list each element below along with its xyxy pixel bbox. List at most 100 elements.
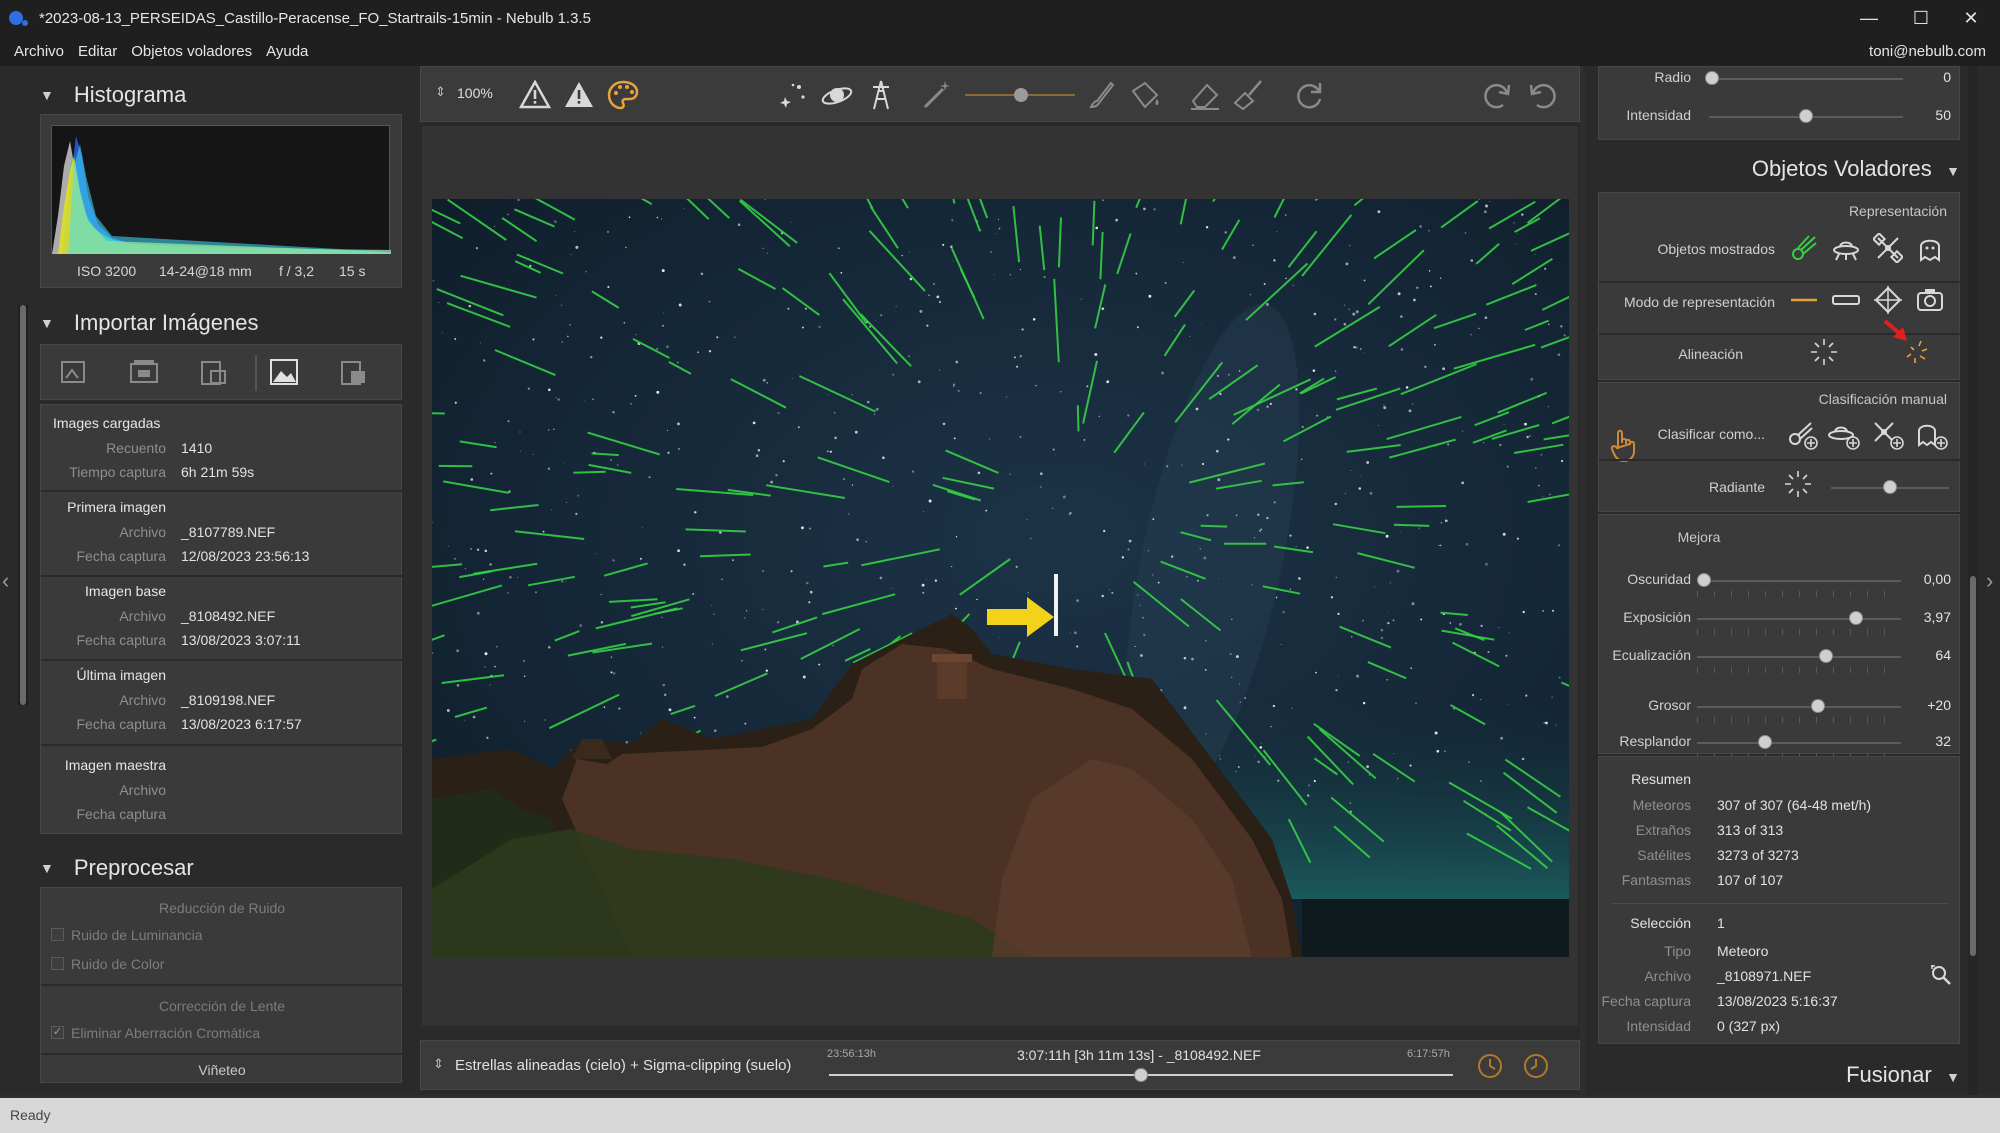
classify-satellite-icon[interactable] xyxy=(1871,419,1905,451)
clock-back-icon[interactable] xyxy=(1473,1049,1507,1083)
radio-knob[interactable] xyxy=(1705,71,1719,85)
slider-knob[interactable] xyxy=(1818,649,1833,663)
vignette-title[interactable]: Viñeteo xyxy=(41,1062,403,1078)
star-dot xyxy=(470,478,474,481)
undo-icon[interactable] xyxy=(1525,77,1561,113)
right-scrollbar-thumb[interactable] xyxy=(1970,576,1976,956)
refresh-icon[interactable] xyxy=(1291,77,1327,113)
meteor-trail[interactable] xyxy=(432,412,445,415)
collapse-left-icon[interactable]: ‹ xyxy=(2,568,9,594)
luminance-noise-checkbox[interactable] xyxy=(51,928,64,941)
slider-track[interactable] xyxy=(1697,618,1901,620)
star-dot xyxy=(483,359,486,362)
eraser-icon[interactable] xyxy=(1187,77,1223,113)
star-dot xyxy=(955,360,959,364)
menu-objetos-voladores[interactable]: Objetos voladores xyxy=(124,43,259,60)
star-dot xyxy=(873,413,876,416)
planet-icon[interactable] xyxy=(819,77,855,113)
right-scrollbar[interactable] xyxy=(1968,66,1978,1095)
star-dot xyxy=(532,454,534,455)
warning-outline-icon[interactable] xyxy=(517,77,553,113)
radiant-knob[interactable] xyxy=(1883,480,1897,494)
intensidad-knob[interactable] xyxy=(1799,109,1813,123)
slider-track[interactable] xyxy=(1697,742,1901,744)
import-flats-icon[interactable] xyxy=(339,357,369,387)
meteor-trail[interactable] xyxy=(1200,524,1228,528)
brush-size-knob[interactable] xyxy=(1014,88,1028,102)
star-dot xyxy=(1128,539,1132,543)
capture-time-value: 6h 21m 59s xyxy=(181,464,255,480)
mode-arrows-icon[interactable]: ⇕ xyxy=(433,1056,444,1072)
meteor-trail[interactable] xyxy=(1076,405,1080,432)
classify-ufo-icon[interactable] xyxy=(1827,419,1861,451)
classify-ghost-icon[interactable] xyxy=(1915,419,1949,451)
slider-track[interactable] xyxy=(1697,656,1901,658)
box-mode-icon[interactable] xyxy=(1831,285,1861,315)
menu-ayuda[interactable]: Ayuda xyxy=(259,43,315,60)
meteor-trail[interactable] xyxy=(1396,505,1447,508)
star-dot xyxy=(1385,534,1389,538)
minimize-button[interactable]: — xyxy=(1840,0,1898,36)
zoom-level[interactable]: 100% xyxy=(457,85,493,101)
camera-mode-icon[interactable] xyxy=(1915,285,1945,315)
star-dot xyxy=(1313,312,1317,316)
collapse-right-icon[interactable]: › xyxy=(1986,568,1993,594)
slider-track[interactable] xyxy=(1697,706,1901,708)
import-header[interactable]: ▼ Importar Imágenes xyxy=(40,310,259,336)
star-dot xyxy=(1424,365,1427,368)
fill-bucket-icon[interactable] xyxy=(1127,77,1163,113)
star-dot xyxy=(484,549,488,553)
meteor-trail[interactable] xyxy=(1393,523,1430,527)
diamond-mode-icon[interactable] xyxy=(1873,285,1903,315)
menu-editar[interactable]: Editar xyxy=(71,43,124,60)
meteor-trail[interactable] xyxy=(573,470,606,474)
radiant-icon[interactable] xyxy=(1783,469,1813,499)
stacking-mode[interactable]: Estrellas alineadas (cielo) + Sigma-clip… xyxy=(455,1057,791,1074)
stars-icon[interactable] xyxy=(775,77,811,113)
star-dot xyxy=(919,309,923,313)
color-noise-checkbox[interactable] xyxy=(51,957,64,970)
slider-track[interactable] xyxy=(1697,580,1901,582)
import-video-icon[interactable] xyxy=(129,357,159,387)
close-button[interactable]: ✕ xyxy=(1942,0,2000,36)
import-folder-icon[interactable] xyxy=(59,357,89,387)
left-scrollbar[interactable] xyxy=(18,305,28,705)
menu-archivo[interactable]: Archivo xyxy=(7,43,71,60)
slider-knob[interactable] xyxy=(1697,573,1711,587)
slider-knob[interactable] xyxy=(1811,699,1825,713)
startrails-photo[interactable] xyxy=(432,199,1569,957)
magic-wand-icon[interactable] xyxy=(919,77,955,113)
warning-filled-icon[interactable] xyxy=(561,77,597,113)
ghost-type-icon[interactable] xyxy=(1915,233,1945,263)
tower-icon[interactable] xyxy=(863,77,899,113)
align-radiant-icon[interactable] xyxy=(1809,337,1839,367)
classify-meteor-icon[interactable] xyxy=(1785,419,1819,451)
redo-icon[interactable] xyxy=(1479,77,1515,113)
timeline-knob[interactable] xyxy=(1134,1068,1148,1082)
star-dot xyxy=(1508,703,1510,705)
locate-search-icon[interactable] xyxy=(1929,963,1953,987)
left-scrollbar-thumb[interactable] xyxy=(20,305,26,705)
zoom-arrows-icon[interactable]: ⇕ xyxy=(435,84,446,100)
broom-icon[interactable] xyxy=(1231,77,1267,113)
import-darks-icon[interactable] xyxy=(199,357,229,387)
preprocess-header[interactable]: ▼ Preprocesar xyxy=(40,855,194,881)
chromatic-aberration-checkbox[interactable]: ✓ xyxy=(51,1026,64,1039)
clock-forward-icon[interactable] xyxy=(1519,1049,1553,1083)
histogram-header[interactable]: ▼ Histograma xyxy=(40,82,186,108)
brush-icon[interactable] xyxy=(1083,77,1119,113)
flying-objects-header[interactable]: Objetos Voladores ▼ xyxy=(1598,156,1960,186)
star-dot xyxy=(1549,493,1551,496)
star-dot xyxy=(879,576,883,580)
user-account[interactable]: toni@nebulb.com xyxy=(1869,43,1986,60)
palette-icon[interactable] xyxy=(605,77,641,113)
line-mode-icon[interactable] xyxy=(1789,285,1819,315)
satellite-type-icon[interactable] xyxy=(1873,233,1903,263)
radio-track[interactable] xyxy=(1709,78,1903,80)
slider-knob[interactable] xyxy=(1757,735,1772,749)
meteor-type-icon[interactable] xyxy=(1789,233,1819,263)
ufo-type-icon[interactable] xyxy=(1831,233,1861,263)
slider-knob[interactable] xyxy=(1849,611,1863,625)
import-image-icon[interactable] xyxy=(269,357,299,387)
merge-header[interactable]: Fusionar ▼ xyxy=(1598,1062,1960,1096)
